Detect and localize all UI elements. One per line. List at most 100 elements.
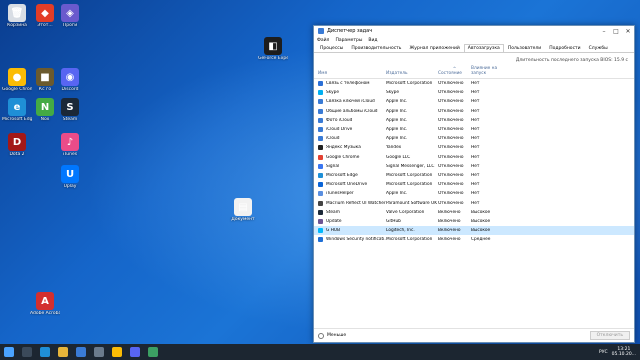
row-impact: Нет (471, 200, 480, 206)
table-row[interactable]: Яндекс Музыка Yandex Отключено Нет (314, 143, 634, 152)
row-impact: Нет (471, 136, 480, 142)
table-header: Имя Издатель ^ Состояние Влияние на запу… (314, 66, 634, 79)
column-name[interactable]: Имя (314, 71, 386, 76)
row-publisher: Apple Inc. (386, 191, 408, 197)
desktop-icon[interactable]: ◈ Проги (55, 4, 85, 29)
row-name: Microsoft Edge (314, 172, 386, 178)
table-row[interactable]: Google Chrome Google LLC Отключено Нет (314, 153, 634, 162)
table-row[interactable]: G HUB Logitech, Inc. Включено Высокое (314, 226, 634, 236)
desktop-icon-label: Dota 2 (9, 152, 25, 157)
fewer-details-button[interactable]: Меньше (318, 332, 347, 339)
column-status[interactable]: ^ Состояние (438, 66, 471, 76)
row-status: Отключено (438, 191, 464, 197)
store-icon[interactable] (76, 347, 86, 357)
row-status: Отключено (438, 127, 464, 133)
row-name: Общие альбомы iCloud (314, 108, 386, 114)
app-icon (318, 228, 323, 234)
row-name-label: Signal (326, 163, 340, 169)
window-title: Диспетчер задач (327, 28, 373, 34)
clock[interactable]: 13:21 05.10.20... (612, 347, 636, 357)
table-row[interactable]: Связь с телефоном Microsoft Corporation От… (314, 79, 634, 88)
desktop-icon[interactable]: S Steam (55, 98, 85, 123)
column-impact[interactable]: Влияние на запуск (471, 66, 511, 76)
row-name: Яндекс Музыка (314, 145, 386, 151)
table-row[interactable]: Update GitHub Включено Высокое (314, 217, 634, 226)
row-name-label: Связка ключей iCloud (326, 99, 375, 105)
desktop-icon[interactable]: 🗑 Корзина (2, 4, 32, 29)
desktop-icon-label: iTunes (62, 152, 78, 157)
tab-startup[interactable]: Автозагрузка (463, 44, 504, 52)
minimize-button[interactable]: – (598, 28, 610, 35)
desktop-icon[interactable]: ◉ Discord (55, 68, 85, 93)
row-publisher: Microsoft Corporation (386, 81, 433, 87)
desktop-icon[interactable]: A Adobe Acrobat (30, 292, 60, 317)
menu-file[interactable]: Файл (317, 38, 329, 43)
menu-view[interactable]: Вид (368, 38, 377, 43)
row-impact: Нет (471, 90, 480, 96)
desktop-icon[interactable]: U Uplay (55, 165, 85, 190)
maximize-button[interactable]: □ (610, 28, 622, 35)
steam-icon[interactable] (94, 347, 104, 357)
start-icon[interactable] (4, 347, 14, 357)
discord-icon[interactable] (130, 347, 140, 357)
app-icon (318, 172, 323, 178)
table-row[interactable]: iCloud Drive Apple Inc. Отключено Нет (314, 125, 634, 134)
app-icon (318, 218, 323, 224)
tab-users[interactable]: Пользователи (504, 44, 545, 52)
table-row[interactable]: Microsoft OneDrive Microsoft Corporation О… (314, 180, 634, 189)
table-row[interactable]: Фото iCloud Apple Inc. Отключено Нет (314, 116, 634, 125)
search-icon[interactable] (22, 347, 32, 357)
table-row[interactable]: Signal Signal Messenger, LLC Отключено Нет (314, 162, 634, 171)
table-row[interactable]: Microsoft Edge Microsoft Corporation Отклю… (314, 171, 634, 180)
row-publisher: Apple Inc. (386, 117, 408, 123)
sort-arrow-icon: ^ (452, 66, 457, 71)
menu-options[interactable]: Параметры (335, 38, 362, 43)
table-row[interactable]: Windows Security notificati... Microsoft … (314, 235, 634, 244)
desktop-icon[interactable]: ▤ Документ (228, 198, 258, 223)
table-row[interactable]: Steam Valve Corporation Включено Высокое (314, 208, 634, 217)
app-icon (318, 127, 323, 133)
tab-details[interactable]: Подробности (545, 44, 584, 52)
explorer-icon[interactable] (58, 347, 68, 357)
row-name: iTunesHelper (314, 191, 386, 197)
desktop-icon[interactable]: e Microsoft Edge (2, 98, 32, 123)
tab-services[interactable]: Службы (585, 44, 612, 52)
row-publisher: Microsoft Corporation (386, 237, 433, 243)
desktop-icon-label: Документ (231, 217, 255, 222)
row-impact: Среднее (471, 237, 491, 243)
row-status: Включено (438, 237, 461, 243)
desktop-icon-label: Проги (62, 23, 78, 28)
table-row[interactable]: Связка ключей iCloud Apple Inc. Отключено Н… (314, 97, 634, 106)
row-status: Включено (438, 228, 461, 234)
table-row[interactable]: Общие альбомы iCloud Apple Inc. Отключено Н… (314, 107, 634, 116)
row-publisher: Signal Messenger, LLC (386, 163, 435, 169)
row-impact: Нет (471, 117, 480, 123)
close-button[interactable]: ✕ (622, 28, 634, 35)
row-publisher: Paramount Software UK ... (386, 200, 438, 206)
table-row[interactable]: Macrium Reflect UI Watcher Paramount Soft… (314, 198, 634, 207)
table-row[interactable]: iCloud Apple Inc. Отключено Нет (314, 134, 634, 143)
desktop-icon-label: GeForce Experience (258, 56, 288, 61)
row-name-label: Steam (326, 209, 340, 215)
tab-performance[interactable]: Производительность (347, 44, 405, 52)
app-icon (318, 200, 323, 206)
desktop-icon[interactable]: D Dota 2 (2, 133, 32, 158)
chrome-icon[interactable] (112, 347, 122, 357)
fewer-details-label: Меньше (327, 333, 347, 338)
language-indicator[interactable]: РУС (599, 350, 608, 355)
edge-icon[interactable] (40, 347, 50, 357)
column-publisher[interactable]: Издатель (386, 71, 438, 76)
row-name: Microsoft OneDrive (314, 182, 386, 188)
tab-processes[interactable]: Процессы (316, 44, 347, 52)
tab-app-history[interactable]: Журнал приложений (405, 44, 463, 52)
desktop-icon[interactable]: ●Google Chrome (2, 68, 32, 93)
desktop-icon[interactable]: ♪ iTunes (55, 133, 85, 158)
table-row[interactable]: Skype Skype Отключено Нет (314, 88, 634, 97)
taskmanager-icon[interactable] (148, 347, 158, 357)
disable-button[interactable]: Отключить (589, 331, 630, 340)
app-icon: ◧ (264, 37, 282, 55)
desktop-icon[interactable]: ◧GeForce Experience (258, 37, 288, 62)
app-icon (318, 99, 323, 105)
row-name: Связка ключей iCloud (314, 99, 386, 105)
table-row[interactable]: iTunesHelper Apple Inc. Отключено Нет (314, 189, 634, 198)
